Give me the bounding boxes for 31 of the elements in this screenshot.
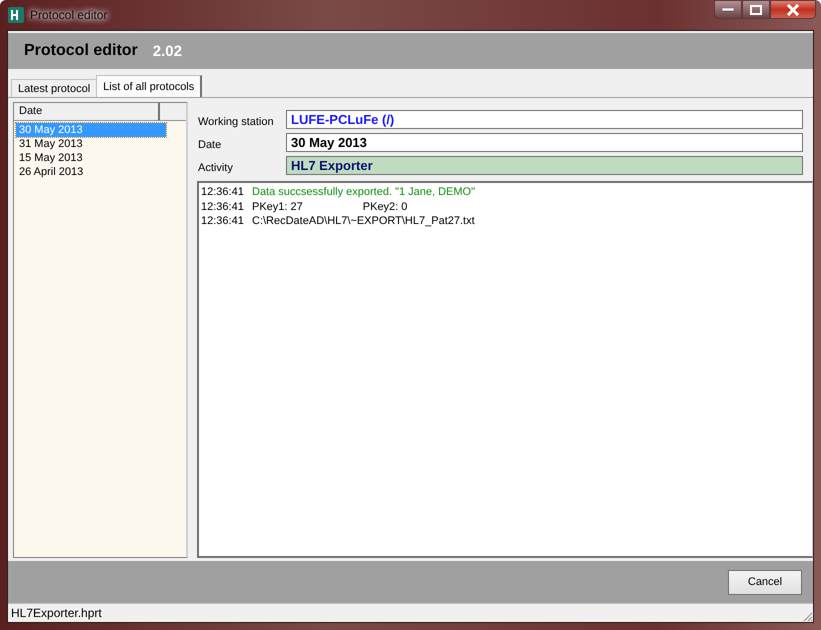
close-button[interactable] xyxy=(770,0,816,19)
minimize-button[interactable] xyxy=(714,0,742,19)
field-label: Working station xyxy=(198,115,275,128)
log-time: 12:36:41 xyxy=(201,215,245,228)
log-message: Data succsessfully exported. "1 Jane, DEMO" xyxy=(252,186,476,198)
list-item[interactable]: 26 April 2013 xyxy=(16,165,166,179)
value-field: HL7 Exporter xyxy=(286,156,803,175)
log-time: 12:36:41 xyxy=(201,200,245,213)
minimize-icon xyxy=(722,8,734,12)
app-icon xyxy=(8,7,24,23)
header-title: Protocol editor xyxy=(24,42,138,60)
status-text: HL7Exporter.hprt xyxy=(11,606,102,620)
resize-grip-icon[interactable] xyxy=(801,610,813,622)
tab[interactable]: List of all protocols xyxy=(96,75,202,97)
list-item[interactable]: 15 May 2013 xyxy=(16,151,166,165)
log-time: 12:36:41 xyxy=(201,186,245,198)
value-field: LUFE-PCLuFe (/) xyxy=(286,110,803,129)
window-title: Protocol editor xyxy=(30,8,108,22)
log-message: PKey1: 27 xyxy=(252,200,303,213)
field-label: Activity xyxy=(198,161,234,174)
close-icon xyxy=(786,4,800,16)
maximize-icon xyxy=(750,4,762,14)
cancel-button[interactable]: Cancel xyxy=(728,570,802,594)
list-item[interactable]: 31 May 2013 xyxy=(16,137,166,151)
maximize-button[interactable] xyxy=(742,0,770,19)
log-message: C:\RecDateAD\HL7\~EXPORT\HL7_Pat27.txt xyxy=(252,215,475,228)
value-field: 30 May 2013 xyxy=(286,133,803,152)
version-label: 2.02 xyxy=(152,42,182,60)
tab[interactable]: Latest protocol xyxy=(11,79,98,97)
field-label: Date xyxy=(198,138,222,151)
log-message: PKey2: 0 xyxy=(362,200,408,213)
